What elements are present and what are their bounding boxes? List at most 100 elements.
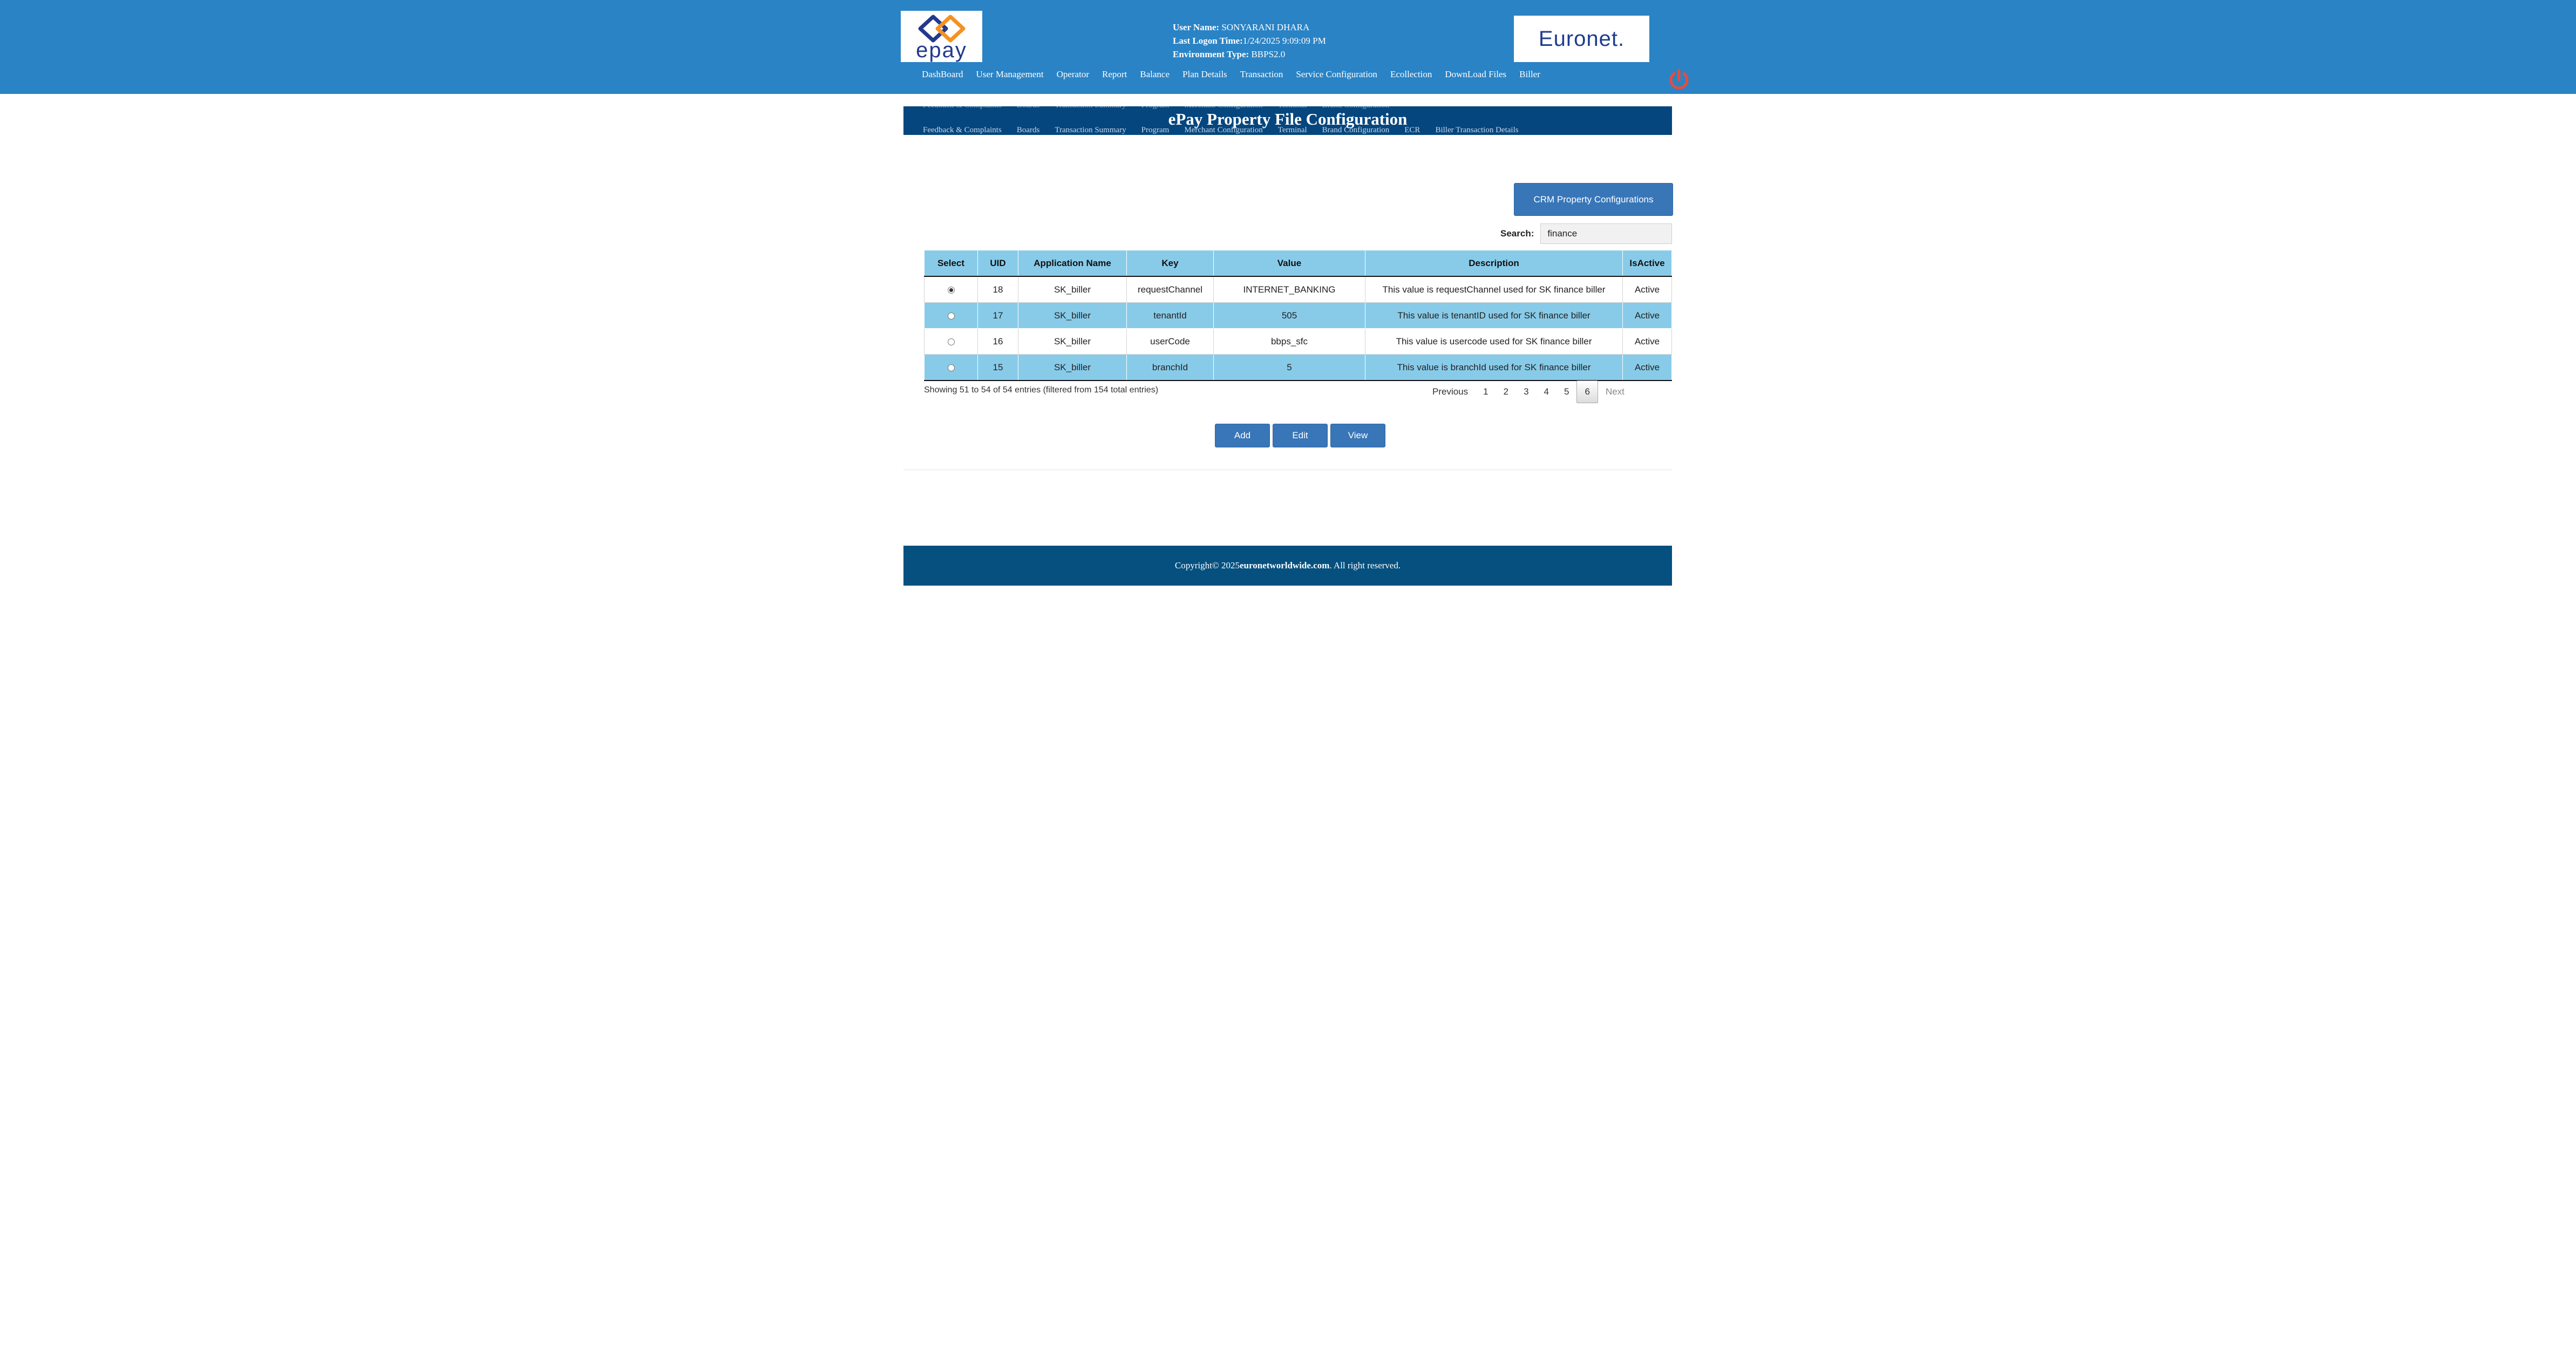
- key-cell: userCode: [1126, 328, 1214, 355]
- environment-label: Environment Type:: [1173, 49, 1249, 59]
- power-icon[interactable]: [1667, 67, 1691, 92]
- submenu-boards[interactable]: Boards: [1017, 126, 1040, 135]
- description-cell: This value is requestChannel used for SK…: [1365, 276, 1623, 303]
- isactive-cell: Active: [1622, 276, 1672, 303]
- nav-report[interactable]: Report: [1102, 69, 1127, 84]
- epay-logo: epay: [901, 11, 982, 62]
- table-row: 18 SK_biller requestChannel INTERNET_BAN…: [924, 276, 1672, 303]
- row-select-radio[interactable]: [947, 312, 955, 320]
- submenu-program[interactable]: Program: [1141, 126, 1170, 135]
- copyright-suffix: . All right reserved.: [1329, 560, 1401, 571]
- nav-download-files[interactable]: DownLoad Files: [1445, 69, 1506, 84]
- copyright-site-link[interactable]: euronetworldwide.com: [1240, 560, 1329, 571]
- column-header-select[interactable]: Select: [924, 250, 978, 277]
- pagination-page-5[interactable]: 5: [1557, 381, 1576, 403]
- euronet-logo: Euronet.: [1514, 16, 1649, 62]
- search-input[interactable]: [1540, 223, 1673, 244]
- submenu-feedback-complaints[interactable]: Feedback & Complaints: [923, 126, 1002, 135]
- pagination: Previous 1 2 3 4 5 6 Next: [1425, 380, 1632, 404]
- nav-operator[interactable]: Operator: [1057, 69, 1089, 84]
- copyright-prefix: Copyright© 2025: [1174, 560, 1240, 571]
- column-header-application-name[interactable]: Application Name: [1018, 250, 1127, 277]
- column-header-uid[interactable]: UID: [977, 250, 1018, 277]
- key-cell: branchId: [1126, 354, 1214, 381]
- pagination-next[interactable]: Next: [1598, 381, 1632, 403]
- view-button[interactable]: View: [1330, 424, 1385, 447]
- column-header-isactive[interactable]: IsActive: [1622, 250, 1672, 277]
- submenu-brand-configuration[interactable]: Brand Configuration: [1322, 126, 1390, 135]
- uid-cell: 15: [977, 354, 1018, 381]
- row-select-radio[interactable]: [947, 338, 955, 345]
- pagination-page-6[interactable]: 6: [1576, 381, 1598, 403]
- table-row: 16 SK_biller userCode bbps_sfc This valu…: [924, 328, 1672, 355]
- search-box: Search:: [1500, 223, 1673, 244]
- nav-ecollection[interactable]: Ecollection: [1390, 69, 1432, 84]
- table-header-row: Select UID Application Name Key Value De…: [924, 250, 1672, 277]
- submenu-ecr[interactable]: ECR: [1404, 126, 1420, 135]
- value-cell: bbps_sfc: [1213, 328, 1365, 355]
- nav-biller[interactable]: Biller: [1519, 69, 1540, 84]
- isactive-cell: Active: [1622, 328, 1672, 355]
- app-header: epay User Name: SONYARANI DHARA Last Log…: [0, 0, 2576, 94]
- user-name: SONYARANI DHARA: [1221, 22, 1310, 32]
- application-name-cell: SK_biller: [1018, 328, 1127, 355]
- uid-cell: 16: [977, 328, 1018, 355]
- isactive-cell: Active: [1622, 354, 1672, 381]
- pagination-page-4[interactable]: 4: [1537, 381, 1557, 403]
- edit-button[interactable]: Edit: [1273, 424, 1328, 447]
- user-info: User Name: SONYARANI DHARA Last Logon Ti…: [1173, 21, 1326, 61]
- row-select-cell: [924, 302, 978, 329]
- uid-cell: 18: [977, 276, 1018, 303]
- column-header-key[interactable]: Key: [1126, 250, 1214, 277]
- crm-property-configurations-button[interactable]: CRM Property Configurations: [1514, 183, 1673, 216]
- nav-plan-details[interactable]: Plan Details: [1182, 69, 1227, 84]
- column-header-value[interactable]: Value: [1213, 250, 1365, 277]
- submenu-terminal[interactable]: Terminal: [1278, 126, 1307, 135]
- epay-logo-text: epay: [916, 38, 967, 62]
- footer: Copyright© 2025 euronetworldwide.com. Al…: [903, 546, 1672, 586]
- key-cell: requestChannel: [1126, 276, 1214, 303]
- description-cell: This value is usercode used for SK finan…: [1365, 328, 1623, 355]
- pagination-page-2[interactable]: 2: [1496, 381, 1516, 403]
- uid-cell: 17: [977, 302, 1018, 329]
- last-logon-label: Last Logon Time:: [1173, 36, 1243, 46]
- row-select-radio[interactable]: [947, 286, 955, 294]
- search-label: Search:: [1500, 228, 1534, 239]
- submenu-merchant-configuration[interactable]: Merchant Configuration: [1184, 126, 1262, 135]
- pagination-page-1[interactable]: 1: [1476, 381, 1496, 403]
- row-select-cell: [924, 328, 978, 355]
- nav-balance[interactable]: Balance: [1140, 69, 1170, 84]
- main-nav: DashBoard User Management Operator Repor…: [922, 69, 1553, 84]
- nav-dashboard[interactable]: DashBoard: [922, 69, 963, 84]
- description-cell: This value is branchId used for SK finan…: [1365, 354, 1623, 381]
- column-header-description[interactable]: Description: [1365, 250, 1623, 277]
- page-title-bar: Feedback & Complaints Boards Transaction…: [903, 106, 1672, 135]
- application-name-cell: SK_biller: [1018, 302, 1127, 329]
- add-button[interactable]: Add: [1215, 424, 1270, 447]
- row-select-radio[interactable]: [947, 364, 955, 371]
- table-row: 17 SK_biller tenantId 505 This value is …: [924, 302, 1672, 329]
- application-name-cell: SK_biller: [1018, 276, 1127, 303]
- description-cell: This value is tenantID used for SK finan…: [1365, 302, 1623, 329]
- last-logon-time: 1/24/2025 9:09:09 PM: [1242, 36, 1326, 46]
- property-table: Select UID Application Name Key Value De…: [924, 250, 1672, 381]
- table-row: 15 SK_biller branchId 5 This value is br…: [924, 354, 1672, 381]
- table-info: Showing 51 to 54 of 54 entries (filtered…: [924, 385, 1159, 395]
- nav-service-configuration[interactable]: Service Configuration: [1296, 69, 1377, 84]
- row-select-cell: [924, 354, 978, 381]
- nav-user-management[interactable]: User Management: [976, 69, 1043, 84]
- pagination-page-3[interactable]: 3: [1516, 381, 1536, 403]
- action-buttons: Add Edit View: [1215, 424, 1385, 447]
- submenu-biller-transaction-details[interactable]: Biller Transaction Details: [1435, 126, 1518, 135]
- isactive-cell: Active: [1622, 302, 1672, 329]
- pagination-previous[interactable]: Previous: [1425, 381, 1476, 403]
- submenu-transaction-summary[interactable]: Transaction Summary: [1055, 126, 1126, 135]
- application-name-cell: SK_biller: [1018, 354, 1127, 381]
- nav-transaction[interactable]: Transaction: [1240, 69, 1283, 84]
- key-cell: tenantId: [1126, 302, 1214, 329]
- row-select-cell: [924, 276, 978, 303]
- user-name-label: User Name:: [1173, 22, 1220, 32]
- value-cell: INTERNET_BANKING: [1213, 276, 1365, 303]
- environment-type: BBPS2.0: [1251, 49, 1286, 59]
- value-cell: 5: [1213, 354, 1365, 381]
